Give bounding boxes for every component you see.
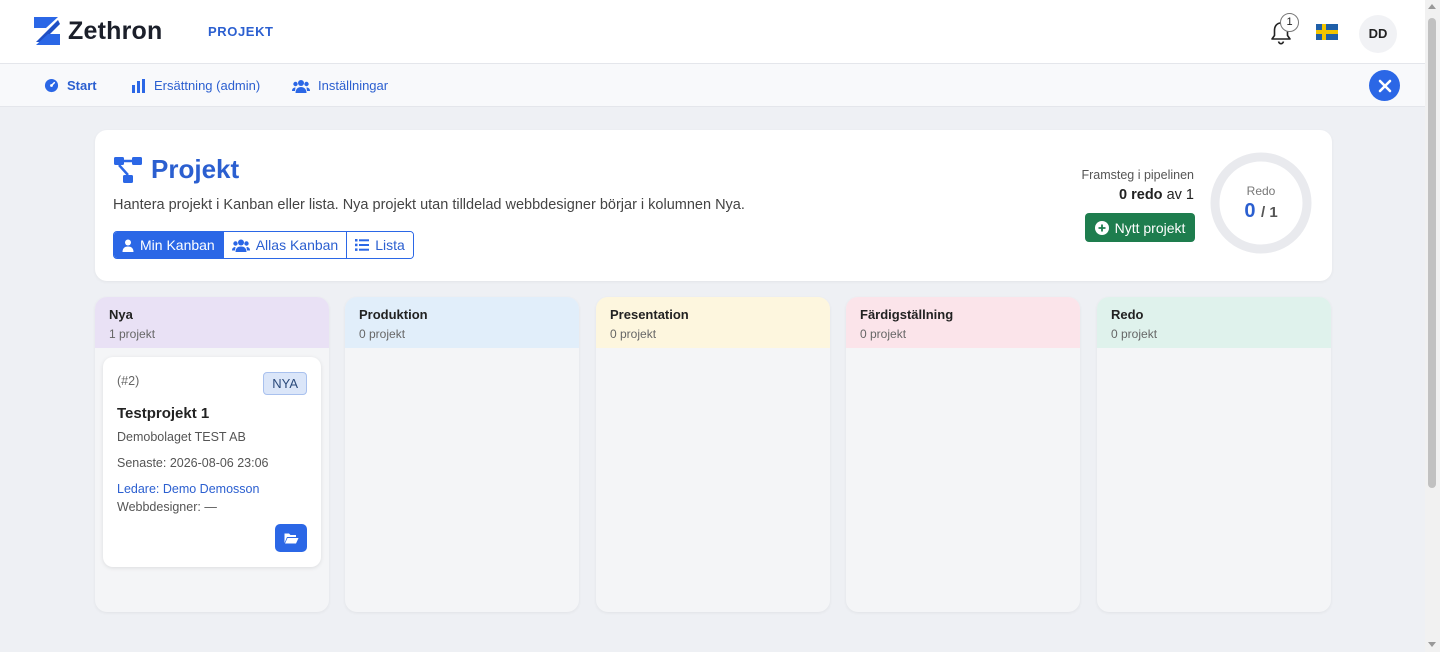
column-header: Presentation 0 projekt (596, 297, 830, 348)
user-avatar[interactable]: DD (1359, 15, 1397, 53)
pipeline-done-count: 0 (1119, 187, 1128, 203)
column-count: 1 projekt (109, 327, 156, 341)
users-icon (231, 239, 250, 252)
donut-done: 0 (1244, 200, 1256, 222)
new-project-label: Nytt projekt (1114, 219, 1186, 236)
folder-open-icon (284, 533, 298, 544)
project-company: Demobolaget TEST AB (117, 430, 246, 444)
pipeline-done-word: redo (1131, 187, 1163, 203)
user-icon (122, 239, 134, 252)
column-count: 0 projekt (1111, 327, 1158, 341)
swedish-flag-icon[interactable] (1316, 24, 1338, 40)
column-title: Färdigställning (860, 307, 954, 322)
kanban-column-fardigstallning: Färdigställning 0 projekt (846, 297, 1080, 612)
column-count: 0 projekt (860, 327, 907, 341)
logo[interactable]: Zethron (32, 15, 162, 47)
project-latest: Senaste: 2026-08-06 23:06 (117, 456, 269, 470)
top-bar: Zethron PROJEKT (0, 0, 1425, 64)
nav-item-installningar[interactable]: Inställningar (292, 78, 388, 93)
view-allas-kanban-button[interactable]: Allas Kanban (223, 232, 348, 258)
view-min-kanban-button[interactable]: Min Kanban (114, 232, 224, 258)
project-id: (#2) (117, 374, 140, 388)
brand-name: Zethron (68, 16, 163, 45)
gauge-icon (44, 78, 59, 93)
view-label: Lista (375, 237, 405, 253)
pipeline-count: 0 redo av 1 (1119, 187, 1194, 203)
plus-circle-icon (1094, 220, 1109, 235)
view-label: Allas Kanban (255, 237, 339, 253)
project-lead[interactable]: Ledare: Demo Demosson (117, 482, 259, 496)
nav-item-label: Start (67, 78, 97, 93)
close-icon (1378, 79, 1391, 92)
close-button[interactable] (1369, 70, 1400, 101)
project-header-card: Projekt Hantera projekt i Kanban eller l… (95, 130, 1332, 281)
column-header: Redo 0 projekt (1097, 297, 1331, 348)
app-section-label[interactable]: PROJEKT (208, 24, 274, 39)
pipeline-of-word: av (1166, 187, 1182, 203)
notification-badge: 1 (1280, 13, 1299, 32)
kanban-column-redo: Redo 0 projekt (1097, 297, 1331, 612)
kanban-column-produktion: Produktion 0 projekt (345, 297, 579, 612)
donut-total: / 1 (1261, 204, 1278, 221)
sitemap-icon (114, 156, 142, 183)
column-count: 0 projekt (359, 327, 406, 341)
project-card[interactable]: (#2) NYA Testprojekt 1 Demobolaget TEST … (103, 357, 321, 567)
scrollbar-thumb[interactable] (1428, 18, 1436, 488)
pipeline-total-count: 1 (1185, 187, 1194, 203)
project-designer: Webbdesigner: — (117, 500, 217, 514)
column-header: Färdigställning 0 projekt (846, 297, 1080, 348)
nav-item-ersattning[interactable]: Ersättning (admin) (131, 78, 260, 93)
scroll-down-arrow-icon[interactable] (1428, 642, 1436, 647)
column-count: 0 projekt (610, 327, 657, 341)
nav-item-label: Ersättning (admin) (154, 78, 261, 93)
column-title: Produktion (359, 307, 428, 322)
page-title: Projekt (113, 154, 239, 185)
column-header: Nya 1 projekt (95, 297, 329, 348)
column-title: Nya (109, 307, 133, 322)
kanban-column-nya: Nya 1 projekt (#2) NYA Testprojekt 1 Dem… (95, 297, 329, 612)
column-header: Produktion 0 projekt (345, 297, 579, 348)
scroll-up-arrow-icon[interactable] (1428, 4, 1436, 9)
page-description: Hantera projekt i Kanban eller lista. Ny… (113, 197, 745, 213)
kanban-column-presentation: Presentation 0 projekt (596, 297, 830, 612)
users-gear-icon (292, 79, 310, 93)
donut-label: Redo (1246, 184, 1276, 198)
view-label: Min Kanban (140, 237, 215, 253)
view-lista-button[interactable]: Lista (347, 232, 413, 258)
nav-item-label: Inställningar (318, 78, 389, 93)
column-title: Redo (1111, 307, 1144, 322)
bar-chart-icon (132, 78, 145, 93)
pipeline-label: Framsteg i pipelinen (1081, 168, 1194, 182)
page-title-text: Projekt (151, 154, 240, 184)
zethron-logo-icon (34, 17, 60, 45)
new-project-button[interactable]: Nytt projekt (1085, 213, 1195, 242)
open-folder-button[interactable] (275, 524, 307, 552)
column-title: Presentation (610, 307, 689, 322)
view-toggle: Min Kanban Allas Kanban Lista (113, 231, 414, 259)
list-icon (355, 239, 370, 251)
status-badge: NYA (263, 372, 307, 395)
nav-item-start[interactable]: Start (44, 78, 97, 93)
project-title[interactable]: Testprojekt 1 (117, 405, 209, 422)
donut-value: 0 / 1 (1209, 200, 1313, 223)
